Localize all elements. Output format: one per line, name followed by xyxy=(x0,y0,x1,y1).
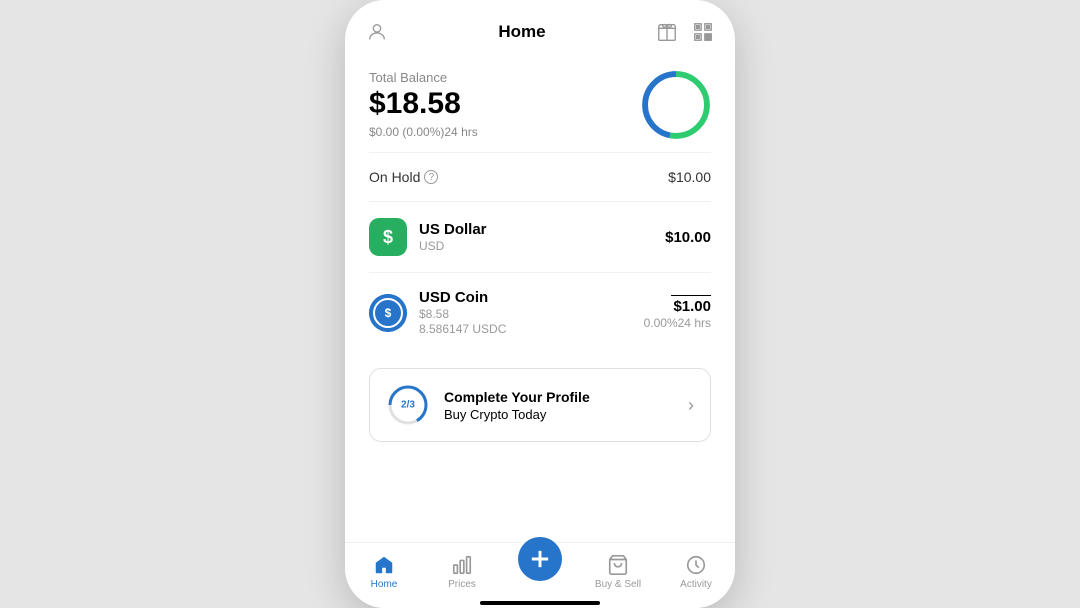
divider-1 xyxy=(369,152,711,153)
nav-item-home[interactable]: Home xyxy=(345,549,423,594)
info-icon[interactable]: ? xyxy=(424,170,438,184)
usdc-sub: 8.586147 USDC xyxy=(419,322,506,336)
profile-card[interactable]: 2/3 Complete Your Profile Buy Crypto Tod… xyxy=(369,368,711,442)
profile-subtitle: Buy Crypto Today xyxy=(444,407,674,422)
on-hold-row: On Hold ? $10.00 xyxy=(369,157,711,197)
bar-chart-icon xyxy=(450,553,474,577)
usd-ticker: USD xyxy=(419,239,487,253)
header-icons xyxy=(655,20,715,44)
asset-right-usdc: $1.00 0.00%24 hrs xyxy=(644,295,711,330)
content: Total Balance $18.58 $0.00 (0.00%)24 hrs… xyxy=(345,54,735,542)
divider-2 xyxy=(369,201,711,202)
asset-details-usdc: USD Coin $8.58 8.586147 USDC xyxy=(419,289,506,336)
usdc-name: USD Coin xyxy=(419,289,506,306)
nav-label-prices: Prices xyxy=(448,579,476,590)
home-bar xyxy=(480,601,600,605)
profile-text: Complete Your Profile Buy Crypto Today xyxy=(444,389,674,422)
balance-info: Total Balance $18.58 $0.00 (0.00%)24 hrs xyxy=(369,70,478,139)
clock-icon xyxy=(684,553,708,577)
plus-icon xyxy=(518,537,562,581)
nav-label-buy-sell: Buy & Sell xyxy=(595,579,641,590)
cart-icon xyxy=(606,553,630,577)
asset-row-usdc[interactable]: $ USD Coin $8.58 8.586147 USDC $1.00 0.0… xyxy=(369,277,711,348)
usd-name: US Dollar xyxy=(419,221,487,238)
nav-item-buy-sell[interactable]: Buy & Sell xyxy=(579,549,657,594)
balance-label: Total Balance xyxy=(369,70,478,85)
asset-row-usd[interactable]: $ US Dollar USD $10.00 xyxy=(369,206,711,268)
gift-icon[interactable] xyxy=(655,20,679,44)
balance-section: Total Balance $18.58 $0.00 (0.00%)24 hrs xyxy=(369,54,711,148)
on-hold-value: $10.00 xyxy=(668,169,711,185)
usdc-value: $1.00 xyxy=(644,298,711,315)
page-title: Home xyxy=(498,22,545,42)
svg-text:$: $ xyxy=(385,306,392,320)
status-bar xyxy=(345,0,735,12)
usdc-amount: $8.58 xyxy=(419,307,506,321)
bottom-nav: Home Prices xyxy=(345,542,735,602)
profile-progress: 2/3 xyxy=(386,383,430,427)
nav-item-prices[interactable]: Prices xyxy=(423,549,501,594)
usdc-icon: $ xyxy=(369,294,407,332)
home-icon xyxy=(372,553,396,577)
on-hold-label: On Hold ? xyxy=(369,169,438,185)
chevron-right-icon: › xyxy=(688,395,694,416)
asset-left-usdc: $ USD Coin $8.58 8.586147 USDC xyxy=(369,289,506,336)
usdc-change: 0.00%24 hrs xyxy=(644,316,711,330)
profile-icon[interactable] xyxy=(365,20,389,44)
balance-change: $0.00 (0.00%)24 hrs xyxy=(369,125,478,139)
nav-item-activity[interactable]: Activity xyxy=(657,549,735,594)
qr-icon[interactable] xyxy=(691,20,715,44)
home-indicator xyxy=(345,602,735,608)
usdc-value-line xyxy=(671,295,711,296)
usd-icon: $ xyxy=(369,218,407,256)
asset-details-usd: US Dollar USD xyxy=(419,221,487,253)
asset-right-usd: $10.00 xyxy=(665,229,711,246)
nav-label-home: Home xyxy=(371,579,398,590)
nav-label-activity: Activity xyxy=(680,579,712,590)
progress-label: 2/3 xyxy=(401,400,415,411)
nav-item-add[interactable] xyxy=(501,549,579,594)
usd-value: $10.00 xyxy=(665,229,711,246)
asset-left-usd: $ US Dollar USD xyxy=(369,218,487,256)
header: Home xyxy=(345,12,735,54)
divider-3 xyxy=(369,272,711,273)
profile-title: Complete Your Profile xyxy=(444,389,674,405)
phone-frame: Home xyxy=(345,0,735,608)
donut-chart xyxy=(641,70,711,140)
balance-amount: $18.58 xyxy=(369,87,478,121)
